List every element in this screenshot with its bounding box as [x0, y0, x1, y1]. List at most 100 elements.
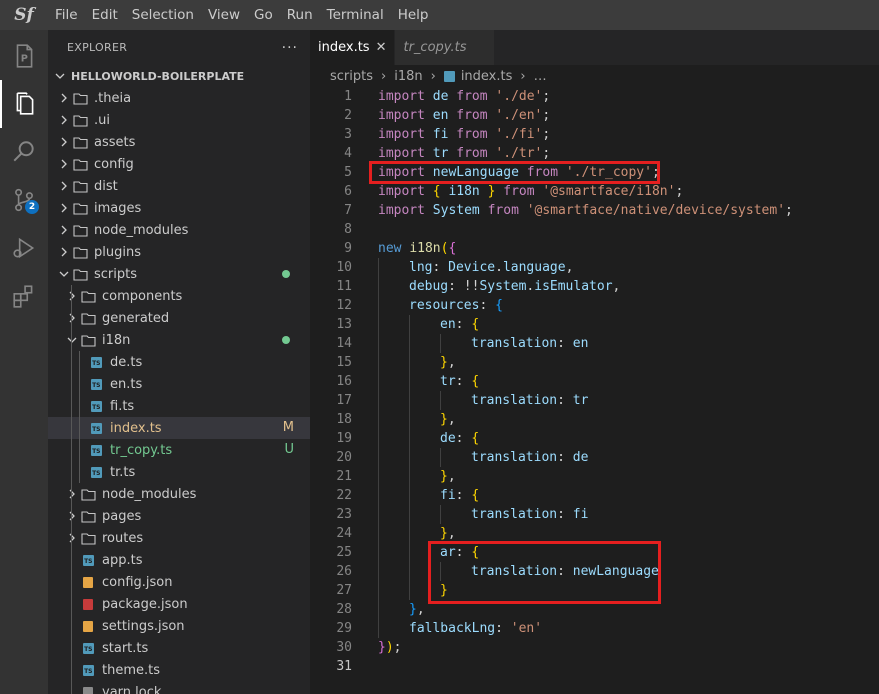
code-text: import tr from './tr';: [378, 144, 550, 163]
tree-folder-item[interactable]: generated: [48, 307, 310, 329]
tree-folder-item[interactable]: .ui: [48, 109, 310, 131]
tab-label: tr_copy.ts: [403, 40, 467, 55]
code-token: ,: [416, 602, 425, 617]
workspace-root[interactable]: HELLOWORLD-BOILERPLATE: [48, 65, 310, 87]
code-area[interactable]: 1 import de from './de'; 2 import en from '…: [310, 87, 879, 694]
code-token: ,: [565, 260, 574, 275]
more-actions-icon[interactable]: ···: [282, 40, 298, 56]
tree-folder-item[interactable]: plugins: [48, 241, 310, 263]
code-line: 17 translation: tr: [310, 391, 879, 410]
tree-folder-item[interactable]: node_modules: [48, 483, 310, 505]
tree-file-item[interactable]: TS start.ts: [48, 637, 310, 659]
menu-view[interactable]: View: [201, 0, 247, 30]
tree-file-item[interactable]: TS theme.ts: [48, 659, 310, 681]
chevron-down-icon: [64, 332, 80, 348]
tree-file-item[interactable]: TS app.ts: [48, 549, 310, 571]
breadcrumb-item[interactable]: scripts: [330, 69, 373, 84]
tree-item-label: start.ts: [102, 640, 149, 656]
folder-icon: [72, 134, 88, 150]
tree-folder-item[interactable]: config: [48, 153, 310, 175]
tab-tr-copy-ts[interactable]: tr_copy.ts: [395, 30, 496, 65]
code-line: 20 translation: de: [310, 448, 879, 467]
extensions-icon[interactable]: [0, 272, 48, 320]
menu-edit[interactable]: Edit: [85, 0, 125, 30]
code-line: 1 import de from './de';: [310, 87, 879, 106]
tree-folder-item[interactable]: dist: [48, 175, 310, 197]
tree-file-item[interactable]: TS tr.ts: [48, 461, 310, 483]
line-number: 6: [344, 184, 352, 199]
typescript-file-icon: TS: [88, 464, 104, 480]
indent-guide: [71, 373, 72, 395]
tree-file-item[interactable]: yarn.lock: [48, 681, 310, 694]
tree-folder-item[interactable]: node_modules: [48, 219, 310, 241]
code-token: {: [495, 298, 503, 313]
tree-folder-item[interactable]: assets: [48, 131, 310, 153]
tree-folder-item[interactable]: .theia: [48, 87, 310, 109]
tree-file-item[interactable]: TS en.ts: [48, 373, 310, 395]
search-icon[interactable]: [0, 128, 48, 176]
source-control-icon[interactable]: 2: [0, 176, 48, 224]
json-file-icon: [80, 618, 96, 634]
code-token: import: [378, 146, 425, 161]
tree-file-item[interactable]: TS tr_copy.ts U: [48, 439, 310, 461]
code-line: 10 lng: Device.language,: [310, 258, 879, 277]
code-text: lng: Device.language,: [409, 258, 573, 277]
code-token: from: [526, 165, 559, 180]
menu-selection[interactable]: Selection: [125, 0, 201, 30]
chevron-right-icon: [56, 134, 72, 150]
tree-file-item[interactable]: TS index.ts M: [48, 417, 310, 439]
line-number: 14: [336, 336, 352, 351]
code-token: :: [495, 621, 511, 636]
folder-icon: [80, 332, 96, 348]
code-token: de: [572, 450, 589, 465]
modified-dot-icon: [282, 336, 290, 344]
breadcrumb-item[interactable]: i18n: [394, 69, 422, 84]
tree-folder-item[interactable]: images: [48, 197, 310, 219]
code-text: import fi from './fi';: [378, 125, 550, 144]
indent-guide: [409, 353, 410, 372]
tree-file-item[interactable]: TS de.ts: [48, 351, 310, 373]
tree-folder-item[interactable]: scripts: [48, 263, 310, 285]
tree-item-label: tr.ts: [110, 464, 136, 480]
indent-guide: [378, 258, 379, 277]
code-text: import System from '@smartface/native/de…: [378, 201, 793, 220]
tree-file-item[interactable]: config.json: [48, 571, 310, 593]
tree-folder-item[interactable]: routes: [48, 527, 310, 549]
breadcrumb-item[interactable]: …: [534, 69, 547, 84]
tree-folder-item[interactable]: pages: [48, 505, 310, 527]
menu-help[interactable]: Help: [391, 0, 436, 30]
chevron-right-icon: [56, 200, 72, 216]
tree-item-label: scripts: [94, 266, 137, 282]
pages-icon[interactable]: P: [0, 32, 48, 80]
tree-file-item[interactable]: settings.json: [48, 615, 310, 637]
menu-terminal[interactable]: Terminal: [320, 0, 391, 30]
indent-guide: [71, 417, 72, 439]
breadcrumb-item[interactable]: index.ts: [461, 69, 513, 84]
code-token: {: [471, 374, 480, 389]
tab-index-ts[interactable]: index.ts ✕: [310, 30, 396, 65]
code-token: './tr': [495, 146, 543, 161]
code-token: {: [471, 431, 480, 446]
tree-file-item[interactable]: TS fi.ts: [48, 395, 310, 417]
code-token: .: [495, 260, 503, 275]
tree-folder-item[interactable]: i18n: [48, 329, 310, 351]
code-token: :: [455, 488, 472, 503]
close-icon[interactable]: ✕: [376, 40, 387, 55]
tree-item-label: node_modules: [102, 486, 197, 502]
tree-file-item[interactable]: package.json: [48, 593, 310, 615]
tree-item-label: yarn.lock: [102, 684, 162, 694]
code-token: }: [440, 526, 448, 541]
files-icon[interactable]: [0, 80, 48, 128]
menu-go[interactable]: Go: [247, 0, 280, 30]
run-debug-icon[interactable]: [0, 224, 48, 272]
menu-file[interactable]: File: [48, 0, 85, 30]
chevron-right-icon: [56, 112, 72, 128]
app-logo[interactable]: Sf: [0, 0, 48, 30]
folder-icon: [72, 90, 88, 106]
code-token: '@smartface/native/device/system': [526, 203, 786, 218]
code-token: newLanguage: [432, 165, 519, 180]
tree-item-label: i18n: [102, 332, 131, 348]
indent-guide: [79, 439, 80, 461]
menu-run[interactable]: Run: [280, 0, 320, 30]
tree-folder-item[interactable]: components: [48, 285, 310, 307]
